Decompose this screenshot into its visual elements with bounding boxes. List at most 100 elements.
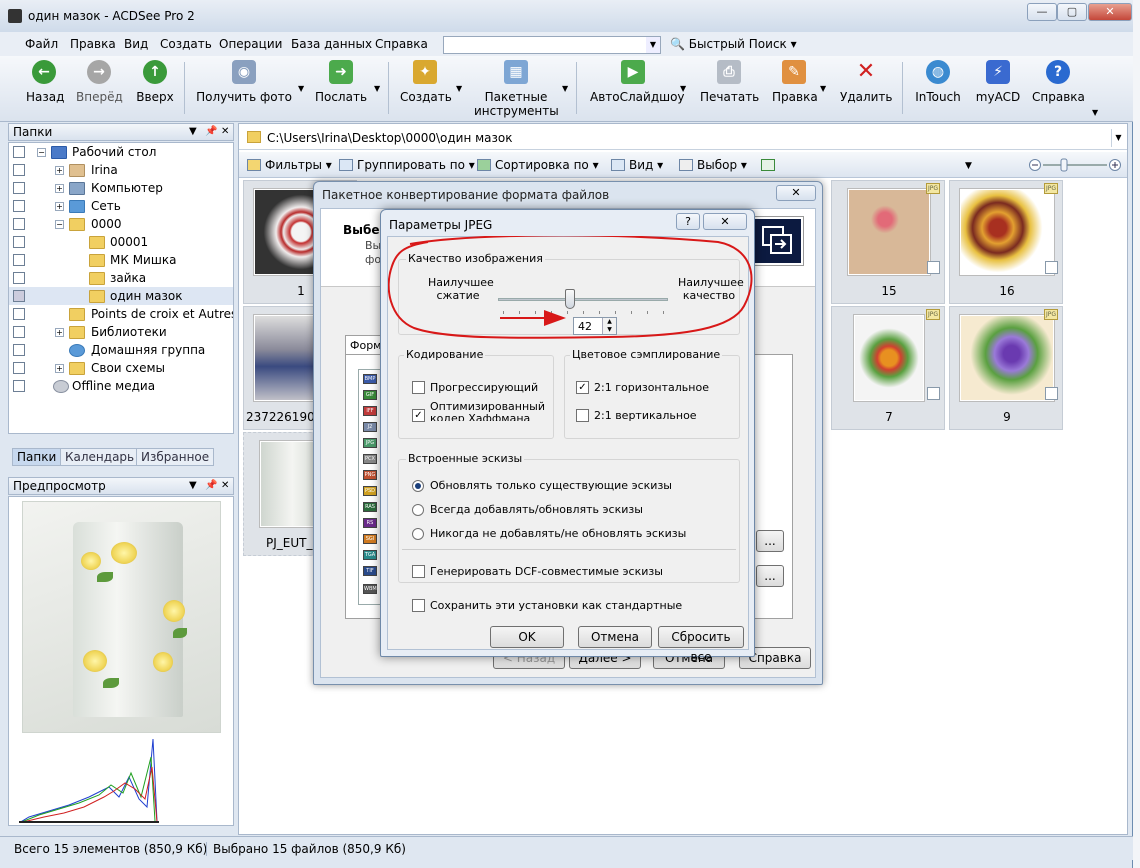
window-title: один мазок - ACDSee Pro 2 — [28, 9, 195, 23]
pcx-icon: PCX — [363, 454, 377, 464]
convert-icon — [753, 217, 803, 265]
chevron-down-icon[interactable]: ▼ — [1111, 129, 1125, 147]
thumbnail-item[interactable]: JPG 15 — [831, 180, 945, 304]
dialog-body: Качество изображения Наилучшее сжатие Наи… — [387, 236, 749, 664]
chevron-down-icon[interactable]: ▼ — [646, 37, 660, 53]
spin-up-icon[interactable]: ▲ — [602, 318, 616, 326]
pin-icon[interactable]: 📌 — [205, 124, 217, 140]
browse-button[interactable]: ... — [756, 565, 784, 587]
tree-item-computer[interactable]: + Компьютер — [9, 179, 233, 197]
tree-item-mk-mishka[interactable]: МК Мишка — [9, 251, 233, 269]
panel-close-icon[interactable]: ✕ — [221, 478, 229, 494]
tree-item-desktop[interactable]: − Рабочий стол — [9, 143, 233, 161]
tab-calendar[interactable]: Календарь — [60, 448, 140, 466]
close-button[interactable]: ✕ — [1088, 3, 1132, 21]
panel-menu-icon[interactable]: ▼ — [189, 124, 197, 140]
menu-file[interactable]: Файл — [25, 37, 58, 51]
quality-spinbox[interactable]: 42 ▲ ▼ — [573, 317, 617, 335]
back-button[interactable]: ← Назад — [26, 60, 64, 104]
update-existing-radio[interactable] — [412, 480, 424, 492]
thumbnail-item[interactable]: JPG 16 — [949, 180, 1063, 304]
menu-tools[interactable]: Операции — [219, 37, 282, 51]
delete-button[interactable]: ✕ Удалить — [840, 60, 893, 105]
menu-edit[interactable]: Правка — [70, 37, 116, 51]
slider-thumb[interactable] — [565, 289, 576, 309]
dialog-close-button[interactable]: ✕ — [776, 185, 816, 201]
create-button[interactable]: ✦ Создать — [400, 60, 452, 104]
send-button[interactable]: ➜ Послать — [314, 60, 368, 104]
up-button[interactable]: ↑ Вверх — [136, 60, 174, 104]
slider-tick — [519, 311, 520, 314]
tree-item-zayka[interactable]: зайка — [9, 269, 233, 287]
title-bar: один мазок - ACDSee Pro 2 — ▢ ✕ — [0, 0, 1133, 32]
folder-tree[interactable]: − Рабочий стол + Irina + Компьютер + Сеть −0… — [8, 142, 234, 434]
tab-folders[interactable]: Папки — [12, 448, 62, 466]
menu-help[interactable]: Справка — [375, 37, 428, 51]
vertical-sampling-checkbox[interactable] — [576, 409, 589, 422]
dialog-close-button[interactable]: ✕ — [703, 213, 747, 230]
thumbnail-checkbox[interactable] — [1045, 387, 1058, 400]
get-photos-button[interactable]: ◉ Получить фото — [196, 60, 292, 104]
thumbnail-item[interactable]: JPG 9 — [949, 306, 1063, 430]
reset-all-button[interactable]: Сбросить все — [658, 626, 744, 664]
tree-item-homegroup[interactable]: Домашняя группа — [9, 341, 233, 359]
tree-item-offline-media[interactable]: Offline медиа — [9, 377, 233, 395]
never-add-radio[interactable] — [412, 528, 424, 540]
thumbnail-checkbox[interactable] — [927, 261, 940, 274]
myacd-button[interactable]: ⚡ myACD — [974, 60, 1022, 104]
group-by-dropdown[interactable]: Группировать по ▾ — [357, 158, 475, 172]
tree-item-libraries[interactable]: + Библиотеки — [9, 323, 233, 341]
thumbnail-item[interactable]: JPG 7 — [831, 306, 945, 430]
slider-tick — [551, 311, 552, 314]
forward-button[interactable]: → Вперёд — [76, 60, 123, 104]
spin-down-icon[interactable]: ▼ — [602, 326, 616, 334]
tree-item-0000[interactable]: −0000 — [9, 215, 233, 233]
forward-arrow-icon: → — [87, 60, 111, 84]
wand-icon: ✦ — [413, 60, 437, 84]
tree-item-odin-mazok[interactable]: один мазок — [9, 287, 233, 305]
tree-item-my-schemes[interactable]: + Свои схемы — [9, 359, 233, 377]
tree-item-points-de-croix[interactable]: Points de croix et Autres Se — [9, 305, 233, 323]
quality-slider[interactable] — [498, 289, 668, 314]
menu-database[interactable]: База данных — [291, 37, 372, 51]
dcf-checkbox[interactable] — [412, 565, 425, 578]
horizontal-sampling-checkbox[interactable]: ✓ — [576, 381, 589, 394]
minimize-button[interactable]: — — [1027, 3, 1057, 21]
checkbox-icon[interactable] — [761, 159, 775, 171]
cancel-button[interactable]: Отмена — [578, 626, 652, 648]
auto-slideshow-button[interactable]: ▶ АвтоСлайдшоу — [590, 60, 685, 104]
tree-item-00001[interactable]: 00001 — [9, 233, 233, 251]
view-dropdown[interactable]: Вид ▾ — [629, 158, 663, 172]
zoom-slider[interactable] — [1029, 158, 1121, 172]
tree-item-network[interactable]: + Сеть — [9, 197, 233, 215]
path-bar[interactable]: C:\Users\Irina\Desktop\0000\один мазок ▼ — [239, 126, 1127, 150]
intouch-button[interactable]: ◍ InTouch — [912, 60, 964, 104]
browse-button[interactable]: ... — [756, 530, 784, 552]
sort-by-dropdown[interactable]: Сортировка по ▾ — [495, 158, 599, 172]
panel-close-icon[interactable]: ✕ — [221, 124, 229, 140]
help-button[interactable]: ? Справка — [1032, 60, 1085, 104]
save-default-checkbox[interactable] — [412, 599, 425, 612]
select-dropdown[interactable]: Выбор ▾ — [697, 158, 747, 172]
always-add-radio[interactable] — [412, 504, 424, 516]
thumbnail-checkbox[interactable] — [927, 387, 940, 400]
print-button[interactable]: ⎙ Печатать — [700, 60, 759, 104]
ok-button[interactable]: OK — [490, 626, 564, 648]
maximize-button[interactable]: ▢ — [1057, 3, 1087, 21]
optimized-huffman-checkbox[interactable]: ✓ — [412, 409, 425, 422]
quick-search-button[interactable]: 🔍 Быстрый Поиск ▾ — [670, 37, 797, 51]
progressive-checkbox[interactable] — [412, 381, 425, 394]
tree-item-irina[interactable]: + Irina — [9, 161, 233, 179]
quick-search-input[interactable]: ▼ — [443, 36, 661, 54]
panel-menu-icon[interactable]: ▼ — [189, 478, 197, 494]
menu-view[interactable]: Вид — [124, 37, 148, 51]
thumbnails-group-title: Встроенные эскизы — [406, 452, 525, 465]
pin-icon[interactable]: 📌 — [205, 478, 217, 494]
edit-button[interactable]: ✎ Правка — [772, 60, 818, 104]
help-icon[interactable]: ? — [676, 213, 700, 230]
thumbnail-checkbox[interactable] — [1045, 261, 1058, 274]
menu-create[interactable]: Создать — [160, 37, 212, 51]
batch-tools-button[interactable]: ▦ Пакетные инструменты — [474, 60, 559, 118]
filters-dropdown[interactable]: Фильтры ▾ — [265, 158, 332, 172]
tab-favorites[interactable]: Избранное — [136, 448, 215, 466]
